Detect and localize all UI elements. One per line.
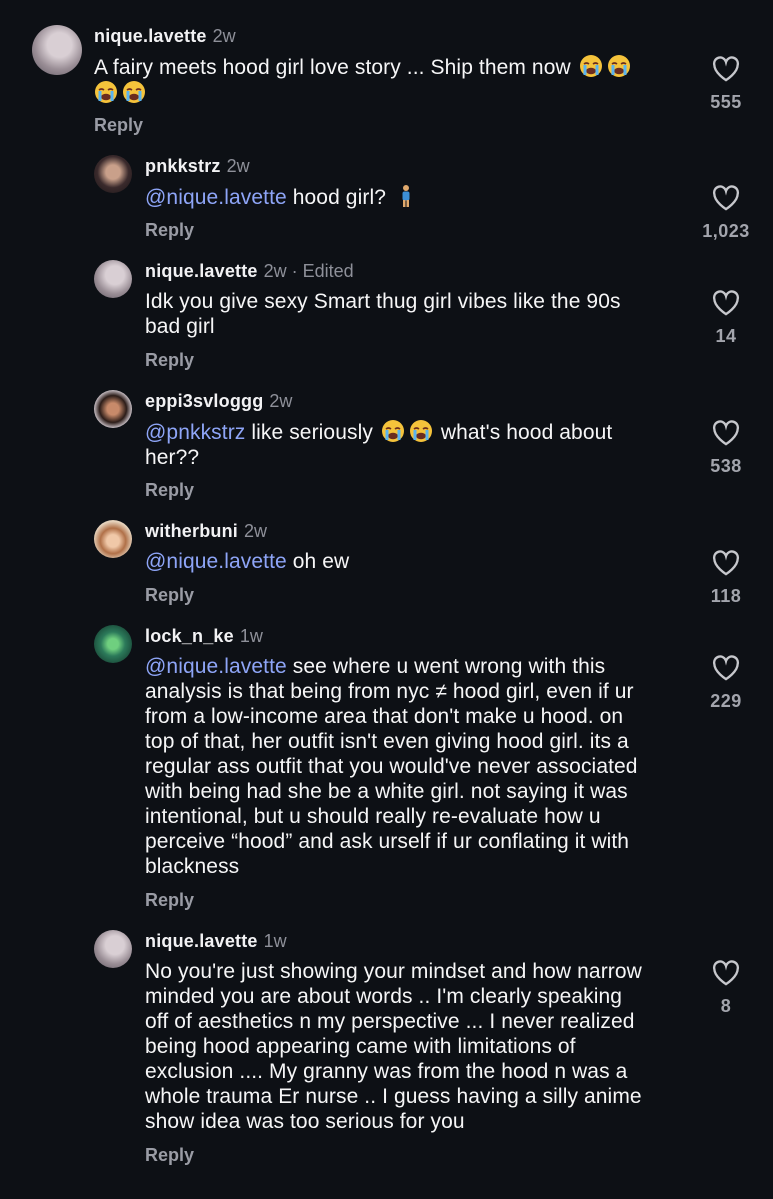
like-button[interactable]: 555 bbox=[696, 56, 756, 113]
mention-link[interactable]: @pnkkstrz bbox=[145, 421, 245, 444]
like-count: 14 bbox=[715, 326, 737, 346]
comment-text: @nique.lavette hood girl? bbox=[145, 184, 680, 210]
reply-button[interactable]: Reply bbox=[145, 890, 194, 911]
loudly-crying-face-emoji bbox=[123, 81, 145, 103]
avatar[interactable] bbox=[32, 25, 82, 75]
reply-button[interactable]: Reply bbox=[145, 480, 194, 501]
comment-text: No you're just showing your mindset and … bbox=[145, 960, 642, 1133]
like-count: 8 bbox=[720, 996, 732, 1016]
heart-outline-icon bbox=[712, 960, 740, 986]
loudly-crying-face-emoji bbox=[95, 81, 117, 103]
comment-text: A fairy meets hood girl love story ... S… bbox=[94, 54, 694, 106]
username[interactable]: lock_n_ke bbox=[145, 626, 234, 646]
reply-button[interactable]: Reply bbox=[145, 220, 194, 241]
heart-outline-icon bbox=[712, 655, 740, 681]
avatar[interactable] bbox=[94, 625, 132, 663]
mention-link[interactable]: @nique.lavette bbox=[145, 186, 287, 209]
mention-link[interactable]: @nique.lavette bbox=[145, 655, 287, 678]
username[interactable]: nique.lavette bbox=[145, 261, 258, 281]
avatar[interactable] bbox=[94, 390, 132, 428]
timestamp: 1w bbox=[239, 626, 263, 646]
timestamp: 2w bbox=[244, 521, 268, 541]
username[interactable]: witherbuni bbox=[145, 521, 238, 541]
timestamp: 2w · Edited bbox=[263, 261, 354, 281]
loudly-crying-face-emoji bbox=[409, 420, 432, 442]
heart-outline-icon bbox=[712, 550, 740, 576]
like-count: 555 bbox=[710, 92, 742, 112]
like-button[interactable]: 14 bbox=[696, 290, 756, 347]
like-button[interactable]: 1,023 bbox=[696, 185, 756, 242]
comment-text: @nique.lavette oh ew bbox=[145, 550, 350, 573]
heart-outline-icon bbox=[712, 290, 740, 316]
username[interactable]: nique.lavette bbox=[94, 26, 207, 46]
avatar[interactable] bbox=[94, 155, 132, 193]
loudly-crying-face-emoji bbox=[381, 420, 404, 442]
like-button[interactable]: 8 bbox=[696, 960, 756, 1017]
username[interactable]: eppi3svloggg bbox=[145, 391, 263, 411]
like-button[interactable]: 229 bbox=[696, 655, 756, 712]
like-count: 1,023 bbox=[702, 221, 750, 241]
heart-outline-icon bbox=[712, 185, 740, 211]
username[interactable]: nique.lavette bbox=[145, 931, 258, 951]
avatar[interactable] bbox=[94, 930, 132, 968]
like-count: 118 bbox=[710, 586, 742, 606]
comment-text: @nique.lavette see where u went wrong wi… bbox=[145, 655, 638, 878]
loudly-crying-face-emoji bbox=[607, 55, 630, 77]
mention-link[interactable]: @nique.lavette bbox=[145, 550, 287, 573]
avatar[interactable] bbox=[94, 520, 132, 558]
heart-outline-icon bbox=[712, 420, 740, 446]
heart-outline-icon bbox=[712, 56, 740, 82]
timestamp: 1w bbox=[263, 931, 287, 951]
timestamp: 2w bbox=[269, 391, 293, 411]
avatar[interactable] bbox=[94, 260, 132, 298]
reply-button[interactable]: Reply bbox=[145, 585, 194, 606]
like-button[interactable]: 118 bbox=[696, 550, 756, 607]
comment-text: Idk you give sexy Smart thug girl vibes … bbox=[145, 290, 621, 338]
like-button[interactable]: 538 bbox=[696, 420, 756, 477]
reply-button[interactable]: Reply bbox=[94, 115, 143, 136]
person-standing-emoji bbox=[402, 185, 410, 207]
comment-text: @pnkkstrz like seriously what's hood abo… bbox=[145, 420, 613, 469]
reply-button[interactable]: Reply bbox=[145, 350, 194, 371]
timestamp: 2w bbox=[212, 26, 236, 46]
reply-button[interactable]: Reply bbox=[145, 1145, 194, 1166]
username[interactable]: pnkkstrz bbox=[145, 156, 221, 176]
like-count: 538 bbox=[710, 456, 742, 476]
loudly-crying-face-emoji bbox=[579, 55, 602, 77]
like-count: 229 bbox=[710, 691, 742, 711]
timestamp: 2w bbox=[226, 156, 250, 176]
